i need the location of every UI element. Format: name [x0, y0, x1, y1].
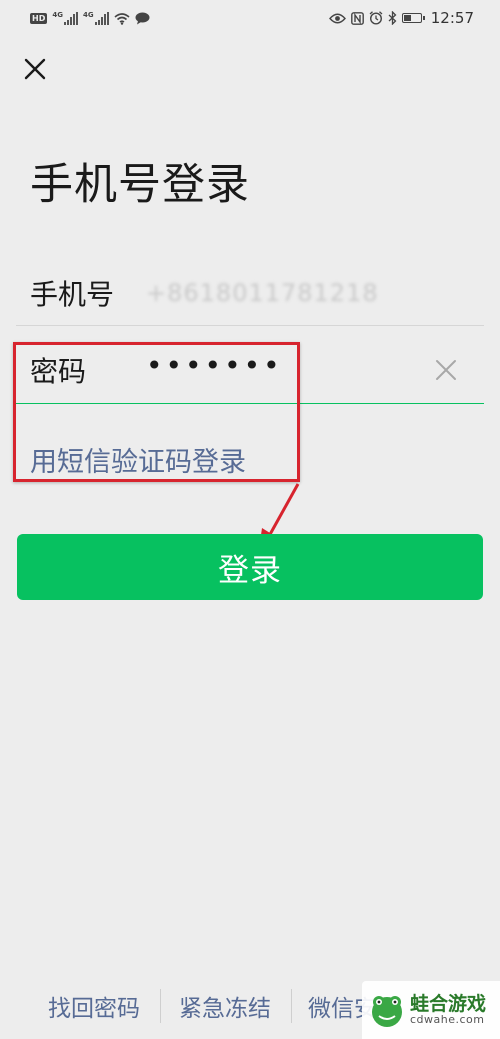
- hd-badge: HD: [30, 12, 48, 24]
- status-bar: HD 4G 4G 12:57: [0, 0, 500, 36]
- eye-icon: [328, 13, 346, 24]
- clear-x-icon: [436, 359, 456, 380]
- password-label: 密码: [30, 354, 87, 388]
- watermark-sub: cdwahe.com: [410, 1013, 485, 1027]
- phone-row[interactable]: 手机号 +8618011781218: [16, 260, 484, 326]
- login-button[interactable]: 登录: [17, 534, 483, 600]
- battery-fill: [403, 15, 411, 21]
- watermark: 蛙合游戏 cdwahe.com: [362, 981, 500, 1039]
- emergency-freeze-link[interactable]: 紧急冻结: [179, 989, 271, 1023]
- network-type-label: 4G: [52, 10, 63, 19]
- alarm-icon: [369, 11, 383, 25]
- phone-value: +8618011781218: [146, 278, 379, 307]
- wifi-icon: [114, 12, 130, 25]
- password-row: 密码 •••••••: [16, 336, 484, 404]
- nfc-icon: [350, 11, 364, 25]
- page-title: 手机号登录: [30, 160, 250, 210]
- status-right: 12:57: [328, 9, 474, 27]
- watermark-main: 蛙合游戏: [410, 992, 487, 1015]
- footer-divider: [160, 989, 161, 1023]
- bluetooth-icon: [388, 11, 397, 25]
- password-input[interactable]: •••••••: [146, 349, 426, 382]
- signal-1-icon: 4G: [52, 10, 78, 25]
- status-left: HD 4G 4G: [30, 10, 150, 25]
- sms-code-login-link[interactable]: 用短信验证码登录: [30, 440, 246, 479]
- battery-icon: [401, 13, 425, 23]
- clear-password-button[interactable]: [426, 350, 466, 390]
- recover-password-link[interactable]: 找回密码: [48, 989, 140, 1023]
- frog-logo-icon: [372, 996, 402, 1027]
- message-bubble-icon: [135, 12, 150, 25]
- signal-2-icon: 4G: [82, 10, 109, 25]
- close-button[interactable]: [18, 52, 52, 86]
- close-icon: [24, 58, 46, 80]
- network-type-label: 4G: [82, 10, 94, 19]
- footer-divider: [291, 989, 292, 1023]
- watermark-text: 蛙合游戏 cdwahe.com: [410, 992, 487, 1027]
- status-time: 12:57: [430, 9, 474, 27]
- phone-label: 手机号: [30, 277, 115, 311]
